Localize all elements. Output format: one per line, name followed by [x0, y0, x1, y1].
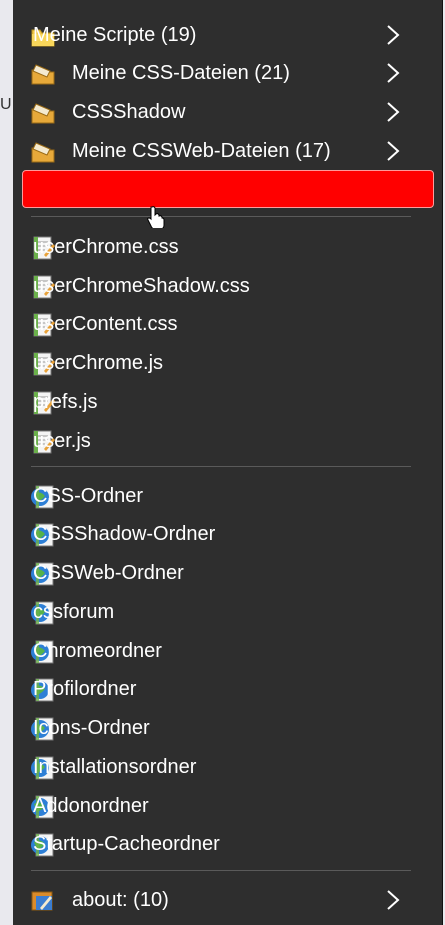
submenu-label: Meine Scripte (19): [33, 23, 197, 46]
chevron-right-icon: [387, 102, 400, 122]
file-label: userChrome.css: [33, 235, 179, 258]
file-item-userchromeshadow-css[interactable]: userChromeShadow.css: [13, 267, 441, 305]
hand-cursor-icon: [147, 206, 165, 228]
folder-item-profilordner[interactable]: Profilordner: [13, 670, 441, 708]
submenu-cssshadow[interactable]: CSSShadow: [13, 93, 441, 131]
file-item-userchrome-js[interactable]: userChrome.js: [13, 344, 441, 382]
background-partial-letter: U: [0, 96, 12, 113]
script-folder-icon: [31, 103, 55, 124]
submenu-label: about: (10): [72, 888, 169, 911]
folder-label: Addonordner: [33, 794, 149, 817]
folder-label: Startup-Cacheordner: [33, 832, 220, 855]
folder-label: CSS-Ordner: [33, 484, 144, 507]
file-item-userchrome-css[interactable]: userChrome.css: [13, 228, 441, 266]
folder-label: Chromeordner: [33, 639, 162, 662]
chevron-right-icon: [387, 25, 400, 45]
chevron-right-icon: [387, 890, 400, 910]
folder-item-cssshadow-ordner[interactable]: CSSShadow-Ordner: [13, 515, 441, 553]
chevron-right-icon: [387, 141, 400, 161]
context-menu: Meine Scripte (19) Meine CSS-Dateien (21…: [13, 0, 443, 925]
submenu-label: Meine CSSWeb-Dateien (17): [72, 139, 331, 162]
script-folder-icon: [31, 64, 55, 85]
file-label: userContent.css: [33, 312, 178, 335]
file-label: userChrome.js: [33, 351, 164, 374]
file-label: prefs.js: [33, 390, 98, 413]
file-label: user.js: [33, 429, 91, 452]
submenu-meine-scripte[interactable]: Meine Scripte (19): [13, 16, 441, 54]
file-item-usercontent-css[interactable]: userContent.css: [13, 305, 441, 343]
submenu-label: Meine CSS-Dateien (21): [72, 61, 290, 84]
folder-label: CSSWeb-Ordner: [33, 561, 184, 584]
folder-label: cssforum: [33, 600, 115, 623]
menu-separator: [31, 870, 411, 871]
highlighted-menu-item[interactable]: [22, 170, 434, 208]
chevron-right-icon: [387, 63, 400, 83]
about-script-icon: [31, 891, 53, 911]
submenu-about[interactable]: about: (10): [13, 881, 441, 919]
folder-item-chromeordner[interactable]: Chromeordner: [13, 632, 441, 670]
file-label: userChromeShadow.css: [33, 274, 250, 297]
file-item-user-js[interactable]: user.js: [13, 422, 441, 460]
submenu-meine-css-dateien[interactable]: Meine CSS-Dateien (21): [13, 54, 441, 92]
folder-item-startup-cacheordner[interactable]: Startup-Cacheordner: [13, 825, 441, 863]
script-folder-icon: [31, 142, 55, 163]
folder-label: Installationsordner: [33, 755, 197, 778]
menu-separator: [31, 216, 411, 217]
folder-item-css-ordner[interactable]: CSS-Ordner: [13, 477, 441, 515]
submenu-label: CSSShadow: [72, 100, 186, 123]
menu-separator: [31, 466, 411, 467]
folder-item-cssforum[interactable]: cssforum: [13, 593, 441, 631]
folder-label: Profilordner: [33, 677, 137, 700]
folder-item-addonordner[interactable]: Addonordner: [13, 787, 441, 825]
folder-label: Icons-Ordner: [33, 716, 150, 739]
folder-label: CSSShadow-Ordner: [33, 522, 216, 545]
submenu-meine-cssweb-dateien[interactable]: Meine CSSWeb-Dateien (17): [13, 132, 441, 170]
folder-item-icons-ordner[interactable]: Icons-Ordner: [13, 709, 441, 747]
file-item-prefs-js[interactable]: prefs.js: [13, 383, 441, 421]
folder-item-installationsordner[interactable]: Installationsordner: [13, 748, 441, 786]
folder-item-cssweb-ordner[interactable]: CSSWeb-Ordner: [13, 554, 441, 592]
